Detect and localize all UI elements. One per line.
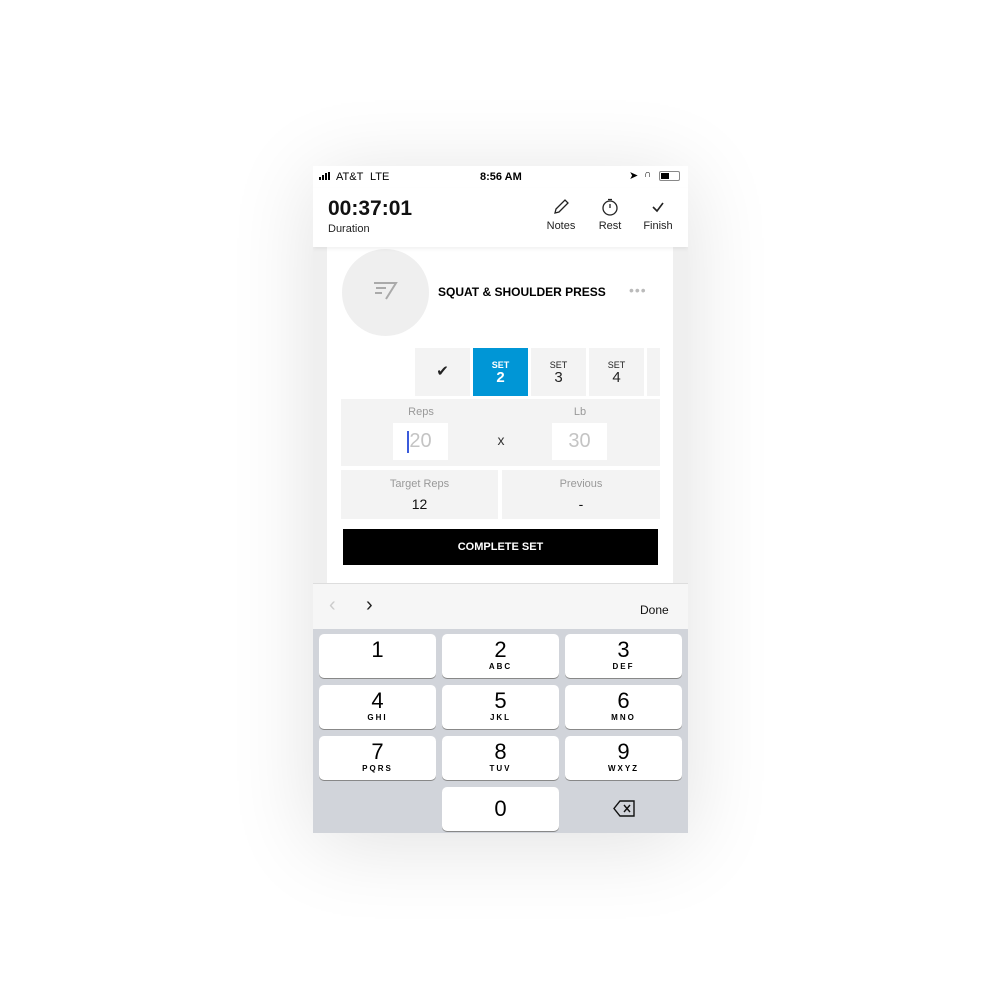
key-5[interactable]: 5 JKL bbox=[442, 685, 559, 729]
exercise-avatar bbox=[342, 249, 429, 336]
set-number: 3 bbox=[554, 369, 563, 386]
status-bar: AT&T LTE 8:56 AM ➤ ∩ bbox=[313, 166, 688, 188]
set-tab-2[interactable]: SET 2 bbox=[473, 348, 528, 396]
key-digit: 6 bbox=[617, 688, 630, 713]
entry-panel: Reps Lb 20 x 30 bbox=[341, 399, 660, 466]
key-digit: 7 bbox=[371, 739, 384, 764]
key-digit: 5 bbox=[494, 688, 507, 713]
checkmark-icon bbox=[652, 202, 664, 213]
target-reps-panel: Target Reps 12 bbox=[341, 470, 498, 519]
lb-placeholder: 30 bbox=[568, 430, 591, 452]
pencil-icon bbox=[554, 199, 569, 214]
key-letters: PQRS bbox=[362, 764, 393, 773]
set-tab-4[interactable]: SET 4 bbox=[589, 348, 644, 396]
workout-header: 00:37:01 Duration Notes Rest Finish bbox=[313, 188, 688, 247]
key-letters: MNO bbox=[611, 713, 636, 722]
key-digit: 9 bbox=[617, 739, 630, 764]
next-field-icon[interactable]: › bbox=[366, 594, 373, 617]
key-letters: TUV bbox=[489, 764, 512, 773]
key-2[interactable]: 2 ABC bbox=[442, 634, 559, 678]
backspace-key[interactable] bbox=[565, 787, 682, 831]
key-letters: ABC bbox=[488, 662, 513, 671]
carrier: AT&T bbox=[336, 171, 364, 183]
reps-placeholder: 20 bbox=[409, 430, 432, 452]
key-letters: WXYZ bbox=[607, 764, 640, 773]
network: LTE bbox=[370, 171, 390, 183]
clock: 8:56 AM bbox=[480, 171, 522, 183]
set-number: 2 bbox=[496, 369, 505, 386]
rest-button[interactable]: Rest bbox=[588, 198, 632, 232]
location-icon: ➤ bbox=[629, 170, 639, 182]
notes-button[interactable]: Notes bbox=[539, 198, 583, 232]
numeric-keypad: 1 2 ABC 3 DEF 4 GHI 5 JKL 6 MNO 7 PQRS 8 TUV 9W… bbox=[313, 629, 688, 833]
key-1[interactable]: 1 bbox=[319, 634, 436, 678]
lb-label: Lb bbox=[573, 406, 587, 418]
key-8[interactable]: 8 TUV bbox=[442, 736, 559, 780]
set-tab-3[interactable]: SET 3 bbox=[531, 348, 586, 396]
notes-label: Notes bbox=[546, 220, 576, 232]
key-9[interactable]: 9 WXYZ bbox=[565, 736, 682, 780]
signal-icon bbox=[319, 172, 330, 180]
finish-button[interactable]: Finish bbox=[636, 198, 680, 232]
headphones-icon: ∩ bbox=[644, 169, 652, 180]
target-reps-label: Target Reps bbox=[389, 478, 450, 490]
keyboard-accessory-bar: ‹ › Done bbox=[313, 583, 688, 629]
reps-input[interactable]: 20 bbox=[393, 423, 448, 460]
reps-label: Reps bbox=[408, 406, 434, 418]
key-letters: DEF bbox=[612, 662, 635, 671]
key-3[interactable]: 3 DEF bbox=[565, 634, 682, 678]
previous-value: - bbox=[578, 496, 584, 512]
phone-screen: AT&T LTE 8:56 AM ➤ ∩ 00:37:01 Duration N… bbox=[313, 166, 688, 833]
stopwatch-icon bbox=[602, 198, 618, 216]
key-digit: 0 bbox=[494, 796, 507, 821]
completed-set-tab[interactable]: ✔ bbox=[415, 348, 470, 396]
set-number: 4 bbox=[612, 369, 621, 386]
exercise-title: SQUAT & SHOULDER PRESS bbox=[438, 285, 606, 299]
text-cursor bbox=[407, 431, 409, 453]
key-0[interactable]: 0 bbox=[442, 787, 559, 831]
previous-panel: Previous - bbox=[502, 470, 660, 519]
set-tab-partial[interactable] bbox=[647, 348, 660, 396]
key-7[interactable]: 7 PQRS bbox=[319, 736, 436, 780]
key-4[interactable]: 4 GHI bbox=[319, 685, 436, 729]
backspace-icon bbox=[613, 800, 635, 817]
key-digit: 1 bbox=[371, 637, 384, 662]
brand-logo-icon bbox=[374, 282, 398, 300]
key-digit: 4 bbox=[371, 688, 384, 713]
key-digit: 8 bbox=[494, 739, 507, 764]
more-options-icon[interactable]: ••• bbox=[629, 282, 647, 298]
duration-label: Duration bbox=[328, 223, 370, 235]
target-reps-value: 12 bbox=[411, 496, 428, 512]
duration-timer: 00:37:01 bbox=[328, 197, 413, 220]
times-sign: x bbox=[497, 432, 505, 448]
rest-label: Rest bbox=[598, 220, 622, 232]
key-digit: 3 bbox=[617, 637, 630, 662]
checkmark-icon: ✔ bbox=[436, 363, 449, 380]
key-6[interactable]: 6 MNO bbox=[565, 685, 682, 729]
finish-label: Finish bbox=[643, 220, 673, 232]
key-digit: 2 bbox=[494, 637, 507, 662]
key-letters: GHI bbox=[367, 713, 388, 722]
key-letters: JKL bbox=[489, 713, 512, 722]
complete-set-button[interactable]: COMPLETE SET bbox=[343, 529, 658, 565]
previous-field-icon[interactable]: ‹ bbox=[329, 594, 336, 617]
previous-label: Previous bbox=[559, 478, 603, 490]
battery-icon bbox=[659, 171, 680, 181]
lb-input[interactable]: 30 bbox=[552, 423, 607, 460]
done-button[interactable]: Done bbox=[640, 603, 669, 617]
